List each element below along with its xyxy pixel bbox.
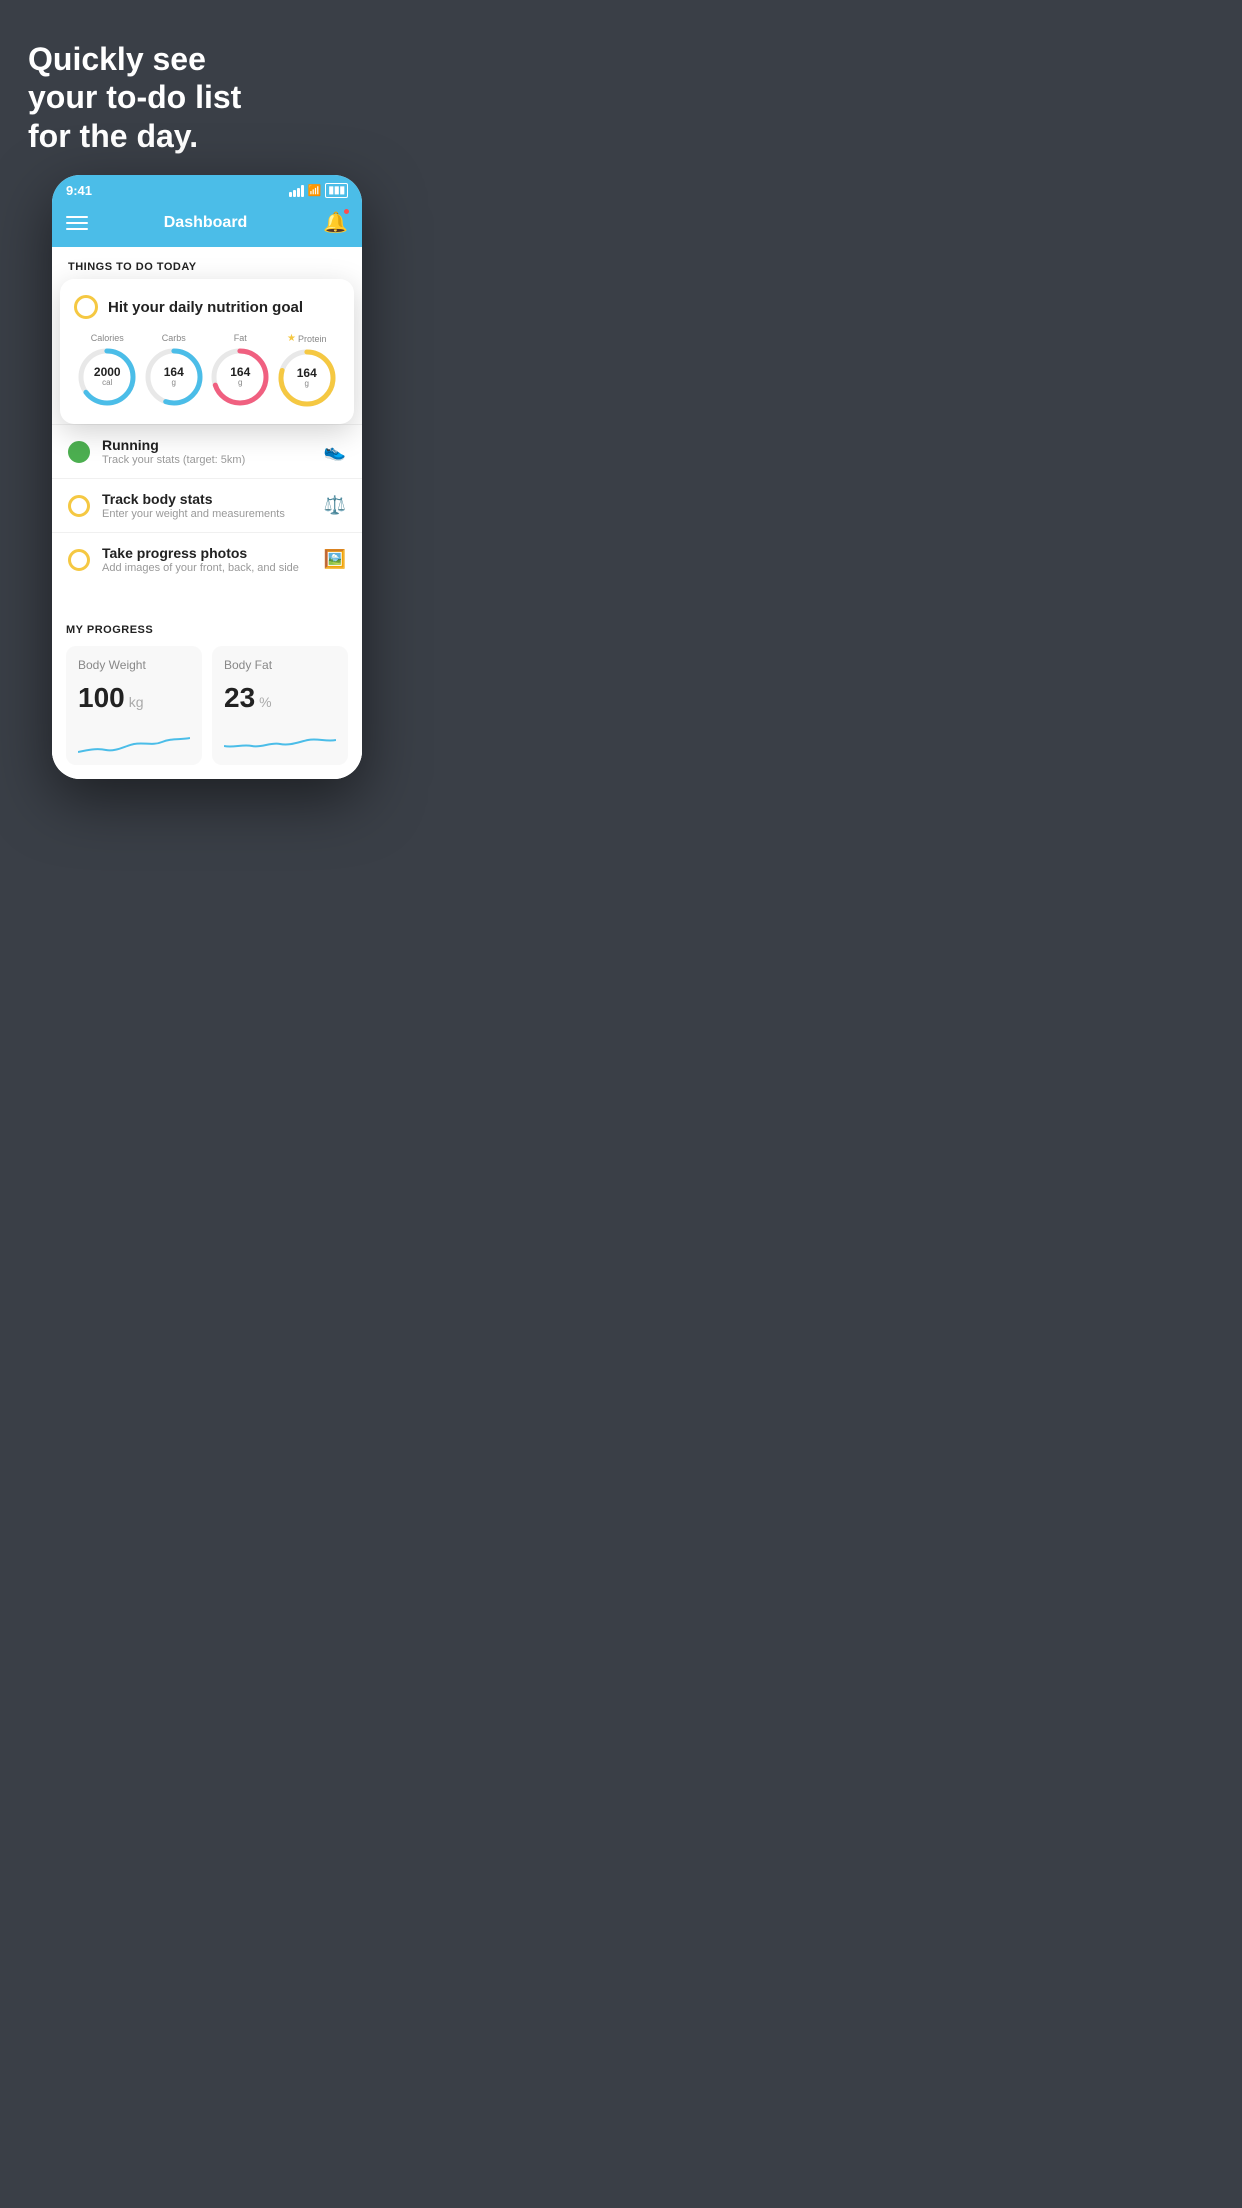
- carbs-unit: g: [164, 379, 184, 388]
- running-text: Running Track your stats (target: 5km): [102, 437, 312, 466]
- body-fat-value-row: 23 %: [224, 682, 336, 714]
- calories-ring: Calories 2000 cal: [77, 333, 137, 407]
- calories-unit: cal: [94, 379, 121, 388]
- spacer: [52, 586, 362, 610]
- carbs-ring-container: 164 g: [144, 347, 204, 407]
- protein-label: Protein: [298, 334, 327, 344]
- fat-label: Fat: [234, 333, 247, 343]
- phone-mockup: 9:41 📶 ▮▮▮: [0, 175, 414, 779]
- fat-ring: Fat 164 g: [210, 333, 270, 407]
- hero-section: Quickly see your to-do list for the day.: [0, 0, 414, 175]
- nav-bar: Dashboard 🔔: [52, 202, 362, 247]
- progress-cards: Body Weight 100 kg Body Fat: [66, 646, 348, 765]
- todo-item-running[interactable]: Running Track your stats (target: 5km) 👟: [52, 424, 362, 478]
- nutrition-card[interactable]: Hit your daily nutrition goal Calories: [60, 279, 354, 424]
- body-weight-number: 100: [78, 682, 125, 714]
- fat-ring-container: 164 g: [210, 347, 270, 407]
- protein-ring-container: 164 g: [277, 348, 337, 408]
- hero-title: Quickly see your to-do list for the day.: [28, 40, 386, 155]
- body-weight-value-row: 100 kg: [78, 682, 190, 714]
- scale-icon: ⚖️: [324, 495, 346, 516]
- progress-header: MY PROGRESS: [66, 610, 348, 646]
- todo-item-body-stats[interactable]: Track body stats Enter your weight and m…: [52, 478, 362, 532]
- running-title: Running: [102, 437, 312, 453]
- body-fat-unit: %: [259, 694, 271, 710]
- body-stats-text: Track body stats Enter your weight and m…: [102, 491, 312, 520]
- page-wrapper: Quickly see your to-do list for the day.…: [0, 0, 414, 779]
- person-photo-icon: 🖼️: [324, 549, 346, 570]
- running-subtitle: Track your stats (target: 5km): [102, 454, 312, 466]
- body-stats-check-circle: [68, 495, 90, 517]
- running-check-circle: [68, 441, 90, 463]
- protein-star-icon: ★: [287, 333, 296, 344]
- nav-title: Dashboard: [164, 214, 248, 232]
- carbs-label: Carbs: [162, 333, 186, 343]
- body-weight-chart: [78, 724, 190, 760]
- body-stats-title: Track body stats: [102, 491, 312, 507]
- signal-icon: [289, 185, 304, 197]
- protein-ring: ★ Protein 164 g: [277, 333, 337, 408]
- content-area: THINGS TO DO TODAY Hit your daily nutrit…: [52, 247, 362, 779]
- todo-list: Running Track your stats (target: 5km) 👟…: [52, 424, 362, 586]
- body-fat-card-title: Body Fat: [224, 658, 336, 672]
- body-weight-card[interactable]: Body Weight 100 kg: [66, 646, 202, 765]
- progress-section: MY PROGRESS Body Weight 100 kg: [52, 610, 362, 779]
- running-shoe-icon: 👟: [324, 441, 346, 462]
- progress-photos-check-circle: [68, 549, 90, 571]
- calories-ring-container: 2000 cal: [77, 347, 137, 407]
- protein-unit: g: [297, 380, 317, 389]
- body-stats-subtitle: Enter your weight and measurements: [102, 508, 312, 520]
- notification-dot: [343, 208, 350, 215]
- notification-bell-button[interactable]: 🔔: [323, 210, 348, 235]
- body-fat-chart: [224, 724, 336, 760]
- nutrition-card-title: Hit your daily nutrition goal: [108, 299, 303, 316]
- body-weight-card-title: Body Weight: [78, 658, 190, 672]
- wifi-icon: 📶: [308, 184, 322, 197]
- status-time: 9:41: [66, 183, 92, 198]
- section-today-header: THINGS TO DO TODAY: [52, 247, 362, 281]
- todo-item-progress-photos[interactable]: Take progress photos Add images of your …: [52, 532, 362, 586]
- nutrition-rings-row: Calories 2000 cal: [74, 333, 340, 408]
- body-fat-card[interactable]: Body Fat 23 %: [212, 646, 348, 765]
- menu-button[interactable]: [66, 216, 88, 230]
- battery-icon: ▮▮▮: [325, 183, 348, 198]
- calories-label: Calories: [91, 333, 124, 343]
- progress-photos-subtitle: Add images of your front, back, and side: [102, 562, 312, 574]
- progress-photos-title: Take progress photos: [102, 545, 312, 561]
- nutrition-circle-check: [74, 295, 98, 319]
- status-bar: 9:41 📶 ▮▮▮: [52, 175, 362, 202]
- carbs-ring: Carbs 164 g: [144, 333, 204, 407]
- body-fat-number: 23: [224, 682, 255, 714]
- status-icons: 📶 ▮▮▮: [289, 183, 348, 198]
- fat-unit: g: [230, 379, 250, 388]
- body-weight-unit: kg: [129, 694, 144, 710]
- nutrition-card-title-row: Hit your daily nutrition goal: [74, 295, 340, 319]
- progress-photos-text: Take progress photos Add images of your …: [102, 545, 312, 574]
